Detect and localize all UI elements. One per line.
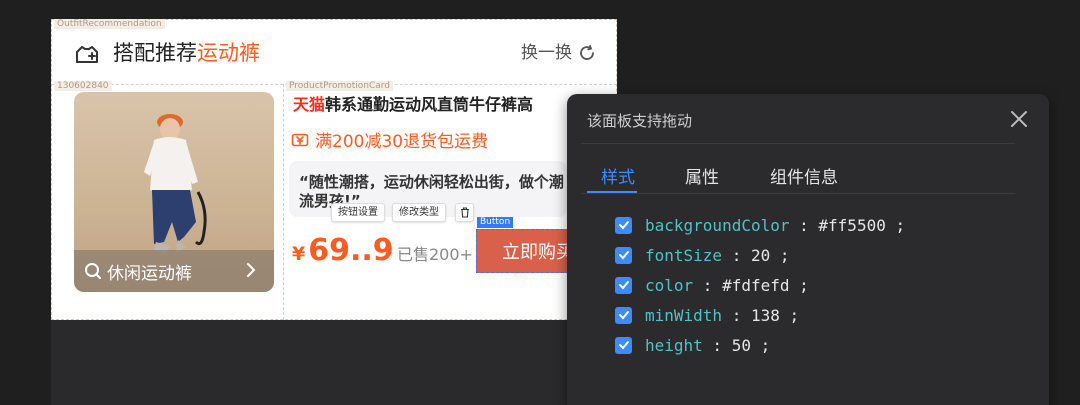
component-label-button: Button bbox=[477, 217, 514, 228]
promo-text: 满200减30退货包运费 bbox=[315, 132, 489, 152]
property-terminator: ; bbox=[750, 335, 771, 355]
search-bar[interactable]: 休闲运动裤 bbox=[74, 250, 274, 292]
page-title: 搭配推荐运动裤 bbox=[113, 39, 260, 67]
price-value: 69..9 bbox=[308, 233, 394, 268]
price: ¥ 69..9 bbox=[292, 233, 394, 268]
active-tab-indicator bbox=[587, 191, 637, 193]
product-title[interactable]: 天猫韩系通勤运动风直筒牛仔裤高 bbox=[293, 93, 567, 117]
brand-label: 天猫 bbox=[293, 95, 326, 114]
check-icon bbox=[618, 341, 629, 350]
property-value: #fdfefd bbox=[722, 275, 790, 295]
column-divider bbox=[283, 84, 284, 320]
checkbox[interactable] bbox=[615, 276, 632, 294]
title-highlight: 运动裤 bbox=[197, 41, 260, 65]
tabs-divider bbox=[581, 193, 1015, 194]
panel-divider bbox=[581, 143, 1015, 144]
product-image[interactable]: 休闲运动裤 bbox=[74, 92, 274, 292]
change-type-action[interactable]: 修改类型 bbox=[392, 203, 446, 222]
button-settings-action[interactable]: 按钮设置 bbox=[331, 203, 385, 222]
tab-component-info[interactable]: 组件信息 bbox=[770, 163, 838, 188]
property-key: minWidth bbox=[645, 305, 723, 325]
title-prefix: 搭配推荐 bbox=[113, 41, 197, 65]
property-key: color bbox=[645, 275, 694, 295]
sold-count: 已售200+ bbox=[397, 245, 473, 264]
property-terminator: ; bbox=[885, 215, 906, 235]
component-label-id: 130602840 bbox=[54, 81, 112, 91]
property-value: #ff5500 bbox=[818, 215, 886, 235]
component-label-promo-card: ProductPromotionCard bbox=[286, 81, 394, 91]
panel-title: 该面板支持拖动 bbox=[587, 112, 693, 130]
delete-button[interactable] bbox=[455, 203, 474, 222]
canvas-background bbox=[51, 320, 617, 405]
property-value: 20 bbox=[750, 245, 771, 265]
check-icon bbox=[618, 281, 629, 290]
property-row: fontSize : 20 ; bbox=[615, 244, 790, 266]
checkbox[interactable] bbox=[615, 336, 632, 354]
property-separator: : bbox=[693, 275, 723, 295]
swap-label: 换一换 bbox=[521, 43, 572, 63]
property-row: color : #fdfefd ; bbox=[615, 274, 809, 296]
property-terminator: ; bbox=[789, 275, 809, 295]
property-separator: : bbox=[722, 305, 751, 325]
property-key: backgroundColor bbox=[645, 215, 790, 235]
property-separator: : bbox=[702, 335, 732, 355]
close-icon[interactable] bbox=[1009, 109, 1029, 129]
property-separator: : bbox=[722, 245, 751, 265]
property-terminator: ; bbox=[770, 245, 790, 265]
swap-button[interactable]: 换一换 bbox=[521, 42, 596, 64]
title-text: 韩系通勤运动风直筒牛仔裤高 bbox=[325, 95, 534, 114]
promo-coupon: 满200减30退货包运费 bbox=[291, 127, 488, 152]
checkbox[interactable] bbox=[615, 246, 632, 264]
property-key: fontSize bbox=[645, 245, 723, 265]
refresh-icon bbox=[580, 44, 594, 60]
coupon-icon bbox=[291, 133, 309, 146]
property-separator: : bbox=[789, 215, 819, 235]
currency-symbol: ¥ bbox=[292, 243, 306, 265]
style-panel[interactable]: 该面板支持拖动 样式 属性 组件信息 backgroundColor : #ff… bbox=[567, 94, 1049, 405]
check-icon bbox=[618, 251, 629, 260]
property-row: minWidth : 138 ; bbox=[615, 304, 799, 326]
check-icon bbox=[618, 311, 629, 320]
component-label-outfit: OutfitRecommendation bbox=[54, 19, 165, 29]
trash-icon bbox=[460, 207, 469, 218]
tab-style[interactable]: 样式 bbox=[601, 163, 635, 188]
property-row: backgroundColor : #ff5500 ; bbox=[615, 214, 905, 236]
tab-properties[interactable]: 属性 bbox=[685, 163, 719, 188]
search-label: 休闲运动裤 bbox=[107, 263, 192, 284]
hanger-icon bbox=[76, 46, 98, 63]
search-icon bbox=[85, 263, 101, 279]
property-row: height : 50 ; bbox=[615, 334, 770, 356]
buy-label: 立即购买 bbox=[502, 242, 574, 263]
property-key: height bbox=[645, 335, 703, 355]
checkbox[interactable] bbox=[615, 216, 632, 234]
chevron-right-icon bbox=[247, 263, 256, 277]
property-value: 50 bbox=[731, 335, 751, 355]
check-icon bbox=[618, 221, 629, 230]
property-terminator: ; bbox=[779, 305, 800, 325]
property-value: 138 bbox=[750, 305, 780, 325]
checkbox[interactable] bbox=[615, 306, 632, 324]
